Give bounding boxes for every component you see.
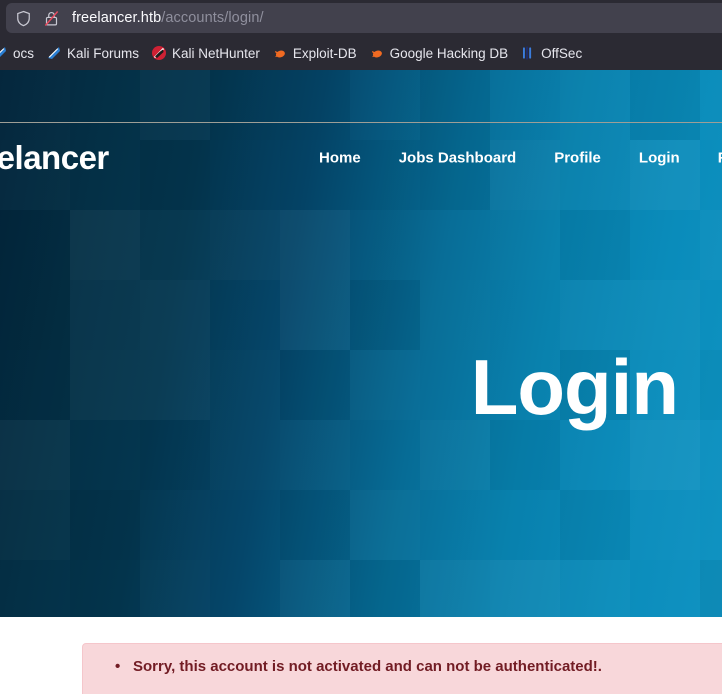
mosaic-tile: [560, 490, 630, 560]
bookmark-kali-nethunter[interactable]: Kali NetHunter: [145, 36, 266, 70]
bookmarks-bar: ocs Kali Forums Kali NetHunter Exploit-D…: [0, 36, 722, 70]
address-bar[interactable]: freelancer.htb/accounts/login/: [6, 3, 722, 33]
mosaic-tile: [140, 420, 210, 490]
mosaic-tile: [140, 560, 210, 617]
nav-link-profile[interactable]: Profile: [535, 143, 620, 172]
mosaic-tile: [280, 280, 350, 350]
mosaic-tile: [490, 210, 560, 280]
mosaic-tile: [420, 210, 490, 280]
content-area: Sorry, this account is not activated and…: [0, 617, 722, 694]
mosaic-tile: [140, 490, 210, 560]
mosaic-tile: [630, 560, 700, 617]
mosaic-tile: [140, 280, 210, 350]
mosaic-tile: [280, 490, 350, 560]
mosaic-tile: [630, 280, 700, 350]
mosaic-tile: [700, 560, 722, 617]
lock-crossed-out-icon[interactable]: [43, 10, 60, 27]
mosaic-tile: [210, 560, 280, 617]
bookmark-google-hacking-db[interactable]: Google Hacking DB: [363, 36, 515, 70]
url-path: /accounts/login/: [161, 10, 264, 26]
bookmark-exploit-db[interactable]: Exploit-DB: [266, 36, 363, 70]
mosaic-tile: [700, 420, 722, 490]
mosaic-tile: [280, 560, 350, 617]
mosaic-tile: [560, 560, 630, 617]
mosaic-tile: [700, 350, 722, 420]
mosaic-tile: [700, 490, 722, 560]
mosaic-tile: [350, 280, 420, 350]
mosaic-tile: [70, 280, 140, 350]
urlbar-row: freelancer.htb/accounts/login/: [0, 2, 722, 33]
kali-forums-icon: [46, 45, 62, 61]
google-hacking-db-icon: [369, 45, 385, 61]
bookmark-label: ocs: [13, 45, 35, 61]
nav-link-login[interactable]: Login: [620, 143, 699, 172]
mosaic-tile: [560, 210, 630, 280]
bookmark-label: Kali Forums: [67, 45, 140, 61]
mosaic-tile: [210, 490, 280, 560]
browser-chrome: freelancer.htb/accounts/login/ ocs Kali …: [0, 0, 722, 70]
mosaic-tile: [350, 420, 420, 490]
mosaic-tile: [210, 280, 280, 350]
mosaic-tile: [210, 210, 280, 280]
bookmark-kali-docs[interactable]: ocs: [0, 36, 40, 70]
mosaic-tile: [0, 420, 70, 490]
mosaic-tile: [70, 490, 140, 560]
mosaic-tile: [630, 210, 700, 280]
nav-link-jobs-dashboard[interactable]: Jobs Dashboard: [380, 143, 536, 172]
mosaic-tile: [280, 210, 350, 280]
mosaic-tile: [490, 560, 560, 617]
mosaic-tile: [350, 560, 420, 617]
mosaic-tile: [700, 280, 722, 350]
bookmark-label: Exploit-DB: [292, 45, 357, 61]
mosaic-tile: [700, 210, 722, 280]
mosaic-tile: [70, 210, 140, 280]
mosaic-tile: [490, 490, 560, 560]
mosaic-tile: [350, 210, 420, 280]
mosaic-tile: [140, 210, 210, 280]
url-text: freelancer.htb/accounts/login/: [72, 10, 264, 26]
mosaic-tile: [490, 280, 560, 350]
kali-nethunter-icon: [151, 45, 167, 61]
alert-danger: Sorry, this account is not activated and…: [82, 643, 722, 694]
offsec-icon: [520, 45, 536, 61]
shield-icon[interactable]: [15, 10, 32, 27]
site-navbar: freelancer Home Jobs Dashboard Profile L…: [0, 122, 722, 192]
mosaic-tile: [0, 280, 70, 350]
alert-message: Sorry, this account is not activated and…: [103, 656, 722, 678]
mosaic-tile: [420, 560, 490, 617]
mosaic-tile: [350, 490, 420, 560]
nav-link-register[interactable]: Register: [699, 143, 722, 172]
nav-links: Home Jobs Dashboard Profile Login Regist…: [300, 143, 722, 172]
mosaic-tile: [0, 560, 70, 617]
mosaic-tile: [70, 420, 140, 490]
bookmark-offsec[interactable]: OffSec: [514, 36, 588, 70]
nav-link-home[interactable]: Home: [300, 143, 380, 172]
hero-masthead: freelancer Home Jobs Dashboard Profile L…: [0, 70, 722, 617]
exploit-db-icon: [272, 45, 288, 61]
page-title: Login: [470, 343, 679, 431]
bookmark-label: OffSec: [541, 45, 583, 61]
bookmark-kali-forums[interactable]: Kali Forums: [40, 36, 145, 70]
mosaic-tile: [0, 490, 70, 560]
mosaic-tile: [420, 280, 490, 350]
site-brand-logo[interactable]: freelancer: [0, 139, 109, 177]
mosaic-tile: [0, 210, 70, 280]
mosaic-tile: [280, 420, 350, 490]
mosaic-tile: [210, 420, 280, 490]
mosaic-tile: [560, 280, 630, 350]
page-viewport: freelancer Home Jobs Dashboard Profile L…: [0, 70, 722, 694]
mosaic-tile: [420, 490, 490, 560]
alert-message-list: Sorry, this account is not activated and…: [103, 656, 722, 678]
bookmark-label: Google Hacking DB: [389, 45, 509, 61]
bookmark-label: Kali NetHunter: [172, 45, 260, 61]
url-host: freelancer.htb: [72, 10, 162, 26]
mosaic-tile: [630, 490, 700, 560]
mosaic-tile: [70, 560, 140, 617]
kali-docs-icon: [0, 45, 8, 61]
